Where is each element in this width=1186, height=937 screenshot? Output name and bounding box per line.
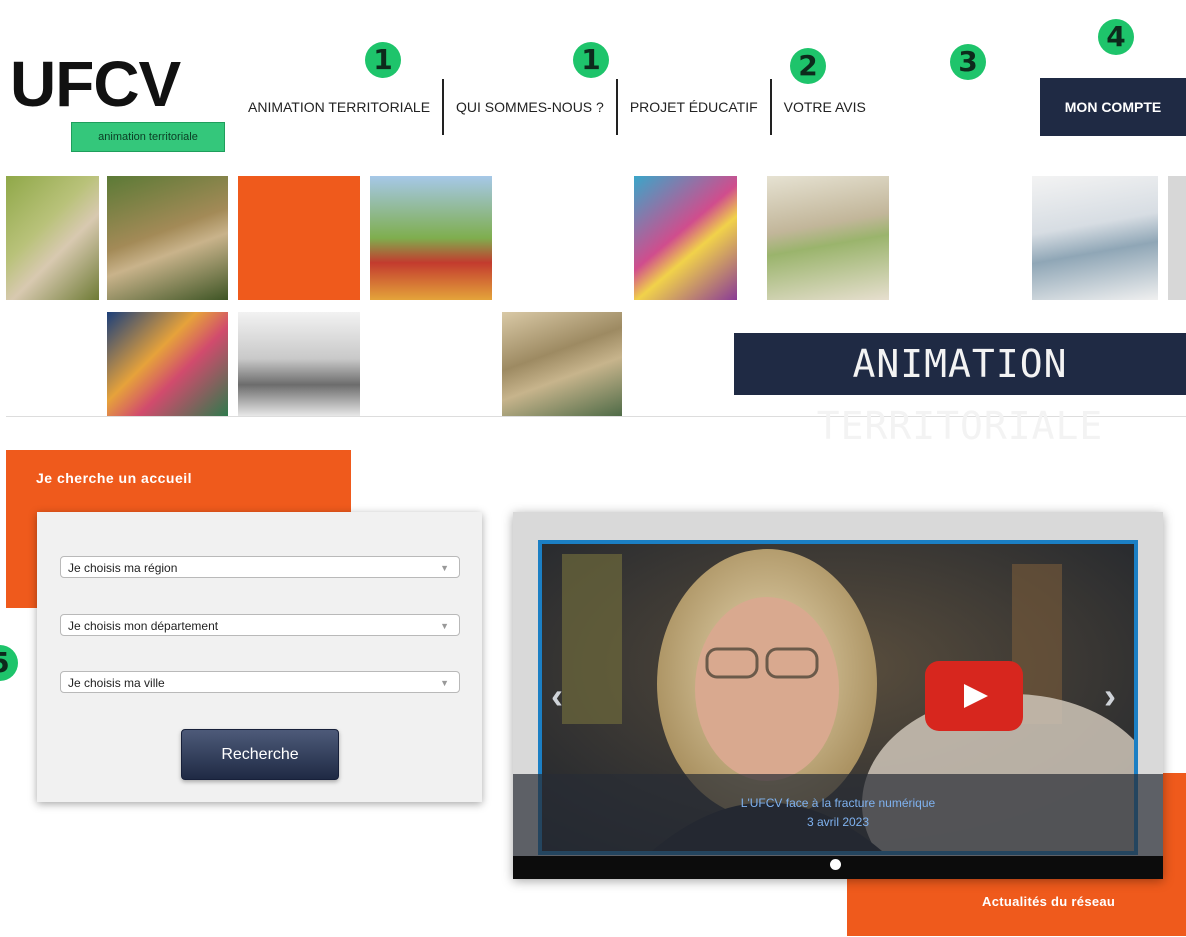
banner-photo [634,176,737,300]
dropdown-arrow-icon: ▼ [440,678,449,688]
banner-photo [6,176,99,300]
news-link[interactable]: Actualités du réseau [982,894,1115,909]
nav-animation-territoriale[interactable]: ANIMATION TERRITORIALE [236,78,442,136]
banner-gray-block [1168,176,1186,300]
search-heading: Je cherche un accueil [36,470,193,486]
play-icon[interactable] [925,661,1023,731]
banner-photo [107,312,228,416]
logo-text: UFCV [10,48,181,120]
chevron-left-icon[interactable]: ‹ [551,678,571,714]
region-select-label: Je choisis ma région [68,561,178,575]
banner-title: ANIMATION TERRITORIALE [734,333,1186,448]
banner-photo [238,312,360,416]
marker-1-animation: 1 [365,42,401,78]
city-select[interactable]: Je choisis ma ville ▼ [60,671,460,693]
marker-5-search: 5 [0,645,18,681]
marker-3-avis: 3 [950,44,986,80]
logo-badge: animation territoriale [71,122,225,152]
banner-photo [767,176,889,300]
chevron-right-icon[interactable]: › [1104,678,1124,714]
nav-mon-compte[interactable]: MON COMPTE [1040,78,1186,136]
dropdown-arrow-icon: ▼ [440,621,449,631]
nav-projet-educatif[interactable]: PROJET ÉDUCATIF [618,78,770,136]
carousel-dot-active[interactable] [830,859,841,870]
main-nav: ANIMATION TERRITORIALE QUI SOMMES-NOUS ?… [236,78,878,136]
banner-photo [502,312,622,416]
city-select-label: Je choisis ma ville [68,676,165,690]
video-caption-title: L'UFCV face à la fracture numérique [740,796,936,810]
video-caption-date: 3 avril 2023 [806,815,870,829]
banner-orange-block [238,176,360,300]
banner-photo [1032,176,1158,300]
department-select[interactable]: Je choisis mon département ▼ [60,614,460,636]
video-caption: L'UFCV face à la fracture numérique 3 av… [513,774,1163,856]
marker-4-compte: 4 [1098,19,1134,55]
dropdown-arrow-icon: ▼ [440,563,449,573]
banner-photo [370,176,492,300]
search-button[interactable]: Recherche [181,729,339,780]
banner-photo [107,176,228,300]
marker-1-qui-sommes-nous: 1 [573,42,609,78]
department-select-label: Je choisis mon département [68,619,219,633]
nav-votre-avis[interactable]: VOTRE AVIS [772,78,878,136]
region-select[interactable]: Je choisis ma région ▼ [60,556,460,578]
nav-qui-sommes-nous[interactable]: QUI SOMMES-NOUS ? [444,78,616,136]
site-logo[interactable]: UFCV animation territoriale [8,48,225,152]
